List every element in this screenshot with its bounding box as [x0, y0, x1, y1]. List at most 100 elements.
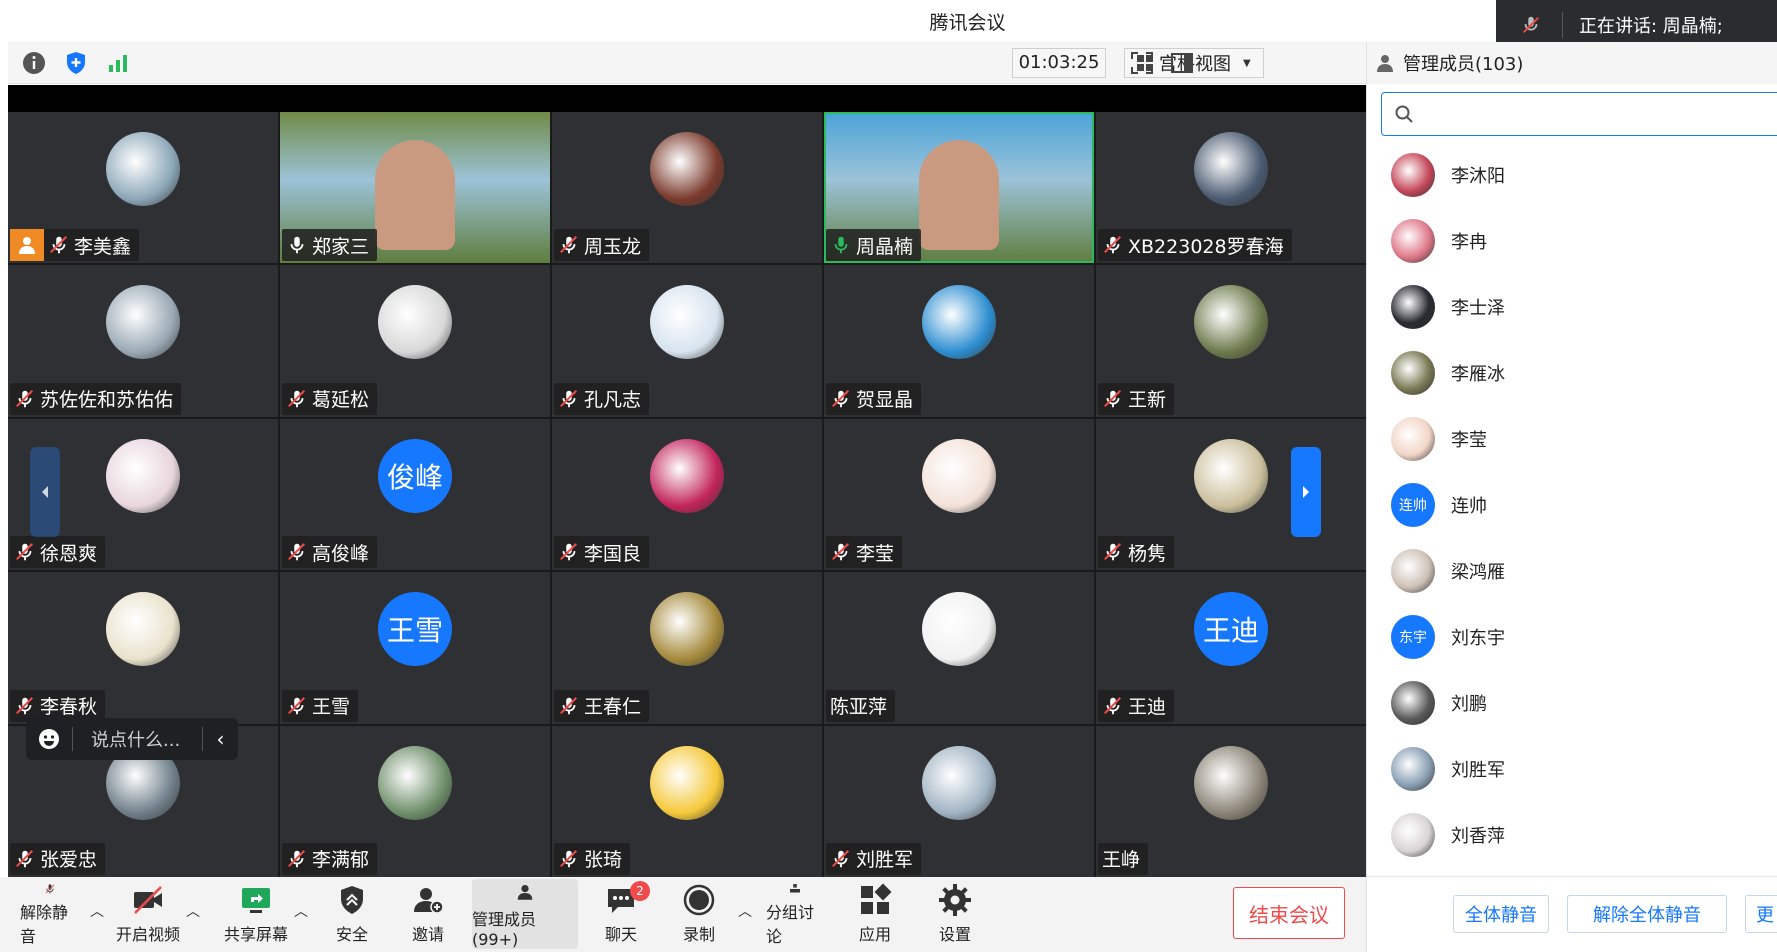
participant-nameplate: 王迪 [1098, 689, 1175, 722]
participant-tile[interactable]: 王迪 王迪 [1096, 572, 1366, 724]
signal-icon[interactable] [104, 49, 132, 77]
participant-tile[interactable]: 刘胜军 [824, 725, 1094, 877]
start-video-button[interactable]: 开启视频 [116, 883, 180, 947]
participant-nameplate: 李美鑫 [44, 229, 140, 262]
participant-name: 张爱忠 [40, 849, 98, 872]
participant-nameplate: 高俊峰 [282, 536, 378, 569]
participant-name: 张琦 [584, 849, 623, 872]
page-prev-button[interactable] [30, 447, 60, 537]
member-list-item[interactable]: 刘香萍 [1367, 802, 1777, 862]
unmute-all-button[interactable]: 解除全体静音 [1567, 895, 1727, 933]
chat-placeholder[interactable]: 说点什么... [73, 726, 202, 752]
member-search-input[interactable] [1381, 92, 1777, 136]
record-label: 录制 [682, 925, 715, 944]
top-toolbar: 01:03:25 宫格视图 ▼ [8, 42, 1366, 84]
member-avatar [1391, 813, 1435, 857]
settings-button[interactable]: 设置 [938, 883, 972, 947]
breakout-button[interactable]: 分组讨论 [766, 883, 824, 947]
participant-tile[interactable]: 孔凡志 [552, 265, 822, 417]
page-next-button[interactable] [1291, 447, 1321, 537]
chevron-up-icon[interactable]: ︿ [186, 901, 200, 921]
mic-muted-icon [16, 543, 34, 561]
mic-muted-icon [45, 884, 55, 894]
share-screen-icon [242, 888, 270, 913]
participant-nameplate: 周晶楠 [826, 229, 922, 262]
video-grid: 李美鑫 郑家三 周玉龙 周晶楠 XB223028罗春海 苏佐佐和苏佑佑 葛延松 … [8, 112, 1366, 877]
avatar [378, 285, 452, 360]
apps-button[interactable]: 应用 [858, 883, 892, 947]
unmute-button[interactable]: 解除静音 [20, 883, 80, 947]
chevron-up-icon[interactable]: ︿ [90, 901, 104, 921]
participant-tile[interactable]: 李美鑫 [8, 112, 278, 264]
participant-tile[interactable]: 李春秋 [8, 572, 278, 724]
participant-tile[interactable]: 周晶楠 [824, 112, 1094, 264]
participant-tile[interactable]: 陈亚萍 [824, 572, 1094, 724]
participant-tile[interactable]: 李国良 [552, 418, 822, 571]
manage-members-button[interactable]: 管理成员(99+) [472, 879, 578, 949]
participant-name: 王新 [1128, 389, 1167, 412]
search-field[interactable] [1422, 104, 1777, 124]
member-name: 梁鸿雁 [1451, 562, 1505, 583]
chevron-left-icon [42, 486, 48, 498]
participant-tile[interactable]: 王峥 [1096, 725, 1366, 877]
quick-chat-bubble[interactable]: 说点什么... ‹ [26, 718, 238, 760]
member-name: 李冉 [1451, 232, 1487, 253]
member-name: 李士泽 [1451, 298, 1505, 319]
member-list-item[interactable]: 连帅 连帅 [1367, 472, 1777, 538]
more-button[interactable]: 更 [1745, 895, 1777, 933]
member-list-item[interactable]: 李冉 [1367, 208, 1777, 274]
mic-muted-icon [560, 696, 578, 714]
member-list-item[interactable]: 李沐阳 [1367, 142, 1777, 208]
member-avatar [1391, 153, 1435, 197]
participant-name: 李满郁 [312, 849, 370, 872]
mic-muted-icon [16, 696, 34, 714]
member-list-item[interactable]: 刘胜军 [1367, 736, 1777, 802]
end-meeting-button[interactable]: 结束会议 [1233, 887, 1345, 939]
sidebar-toggle-icon[interactable] [1168, 49, 1196, 77]
participant-tile[interactable]: 杨隽 [1096, 418, 1366, 571]
chevron-right-icon [1303, 486, 1309, 498]
invite-button[interactable]: 邀请 [408, 883, 448, 947]
participant-tile[interactable]: 李满郁 [280, 725, 550, 877]
member-list-item[interactable]: 李雁冰 [1367, 340, 1777, 406]
participant-tile[interactable]: 李莹 [824, 418, 1094, 571]
collapse-icon[interactable]: ‹ [202, 727, 238, 751]
member-list-item[interactable]: 梁鸿雁 [1367, 538, 1777, 604]
member-list-item[interactable]: 李士泽 [1367, 274, 1777, 340]
member-list-item[interactable]: 刘鹏 [1367, 670, 1777, 736]
participant-tile[interactable]: 葛延松 [280, 265, 550, 417]
mute-all-button[interactable]: 全体静音 [1453, 895, 1549, 933]
participant-tile[interactable]: 张琦 [552, 725, 822, 877]
avatar [650, 438, 724, 513]
participant-tile[interactable]: 郑家三 [280, 112, 550, 264]
fullscreen-icon[interactable] [1128, 49, 1156, 77]
share-screen-button[interactable]: 共享屏幕 [224, 883, 288, 947]
member-name: 李雁冰 [1451, 364, 1505, 385]
participant-tile[interactable]: 王雪 王雪 [280, 572, 550, 724]
info-icon[interactable] [20, 49, 48, 77]
emoji-icon[interactable] [26, 727, 72, 751]
participant-tile[interactable]: 贺显晶 [824, 265, 1094, 417]
chat-button[interactable]: 聊天 2 [604, 881, 650, 947]
shield-icon[interactable] [62, 49, 90, 77]
participant-tile[interactable]: 俊峰 高俊峰 [280, 418, 550, 571]
participant-tile[interactable]: XB223028罗春海 [1096, 112, 1366, 264]
mic-muted-icon [560, 389, 578, 408]
member-name: 连帅 [1451, 496, 1487, 517]
member-list-item[interactable]: 东宇 刘东宇 [1367, 604, 1777, 670]
meeting-timer: 01:03:25 [1012, 48, 1106, 78]
record-button[interactable]: 录制 [682, 883, 716, 947]
chevron-up-icon[interactable]: ︿ [738, 901, 752, 921]
mic-icon [834, 237, 848, 254]
participant-tile[interactable]: 王春仁 [552, 572, 822, 724]
chevron-up-icon[interactable]: ︿ [294, 901, 308, 921]
participant-tile[interactable]: 周玉龙 [552, 112, 822, 264]
participant-tile[interactable]: 王新 [1096, 265, 1366, 417]
security-button[interactable]: 安全 [332, 883, 372, 947]
participant-nameplate: 李国良 [554, 536, 650, 569]
member-list-item[interactable]: 李莹 [1367, 406, 1777, 472]
participant-tile[interactable]: 苏佐佐和苏佑佑 [8, 265, 278, 417]
avatar [650, 745, 724, 820]
member-name: 刘胜军 [1451, 760, 1505, 781]
member-list: 李沐阳李冉李士泽李雁冰李莹 连帅 连帅梁鸿雁东宇 刘东宇 刘鹏刘胜军刘香萍 [1367, 142, 1777, 862]
